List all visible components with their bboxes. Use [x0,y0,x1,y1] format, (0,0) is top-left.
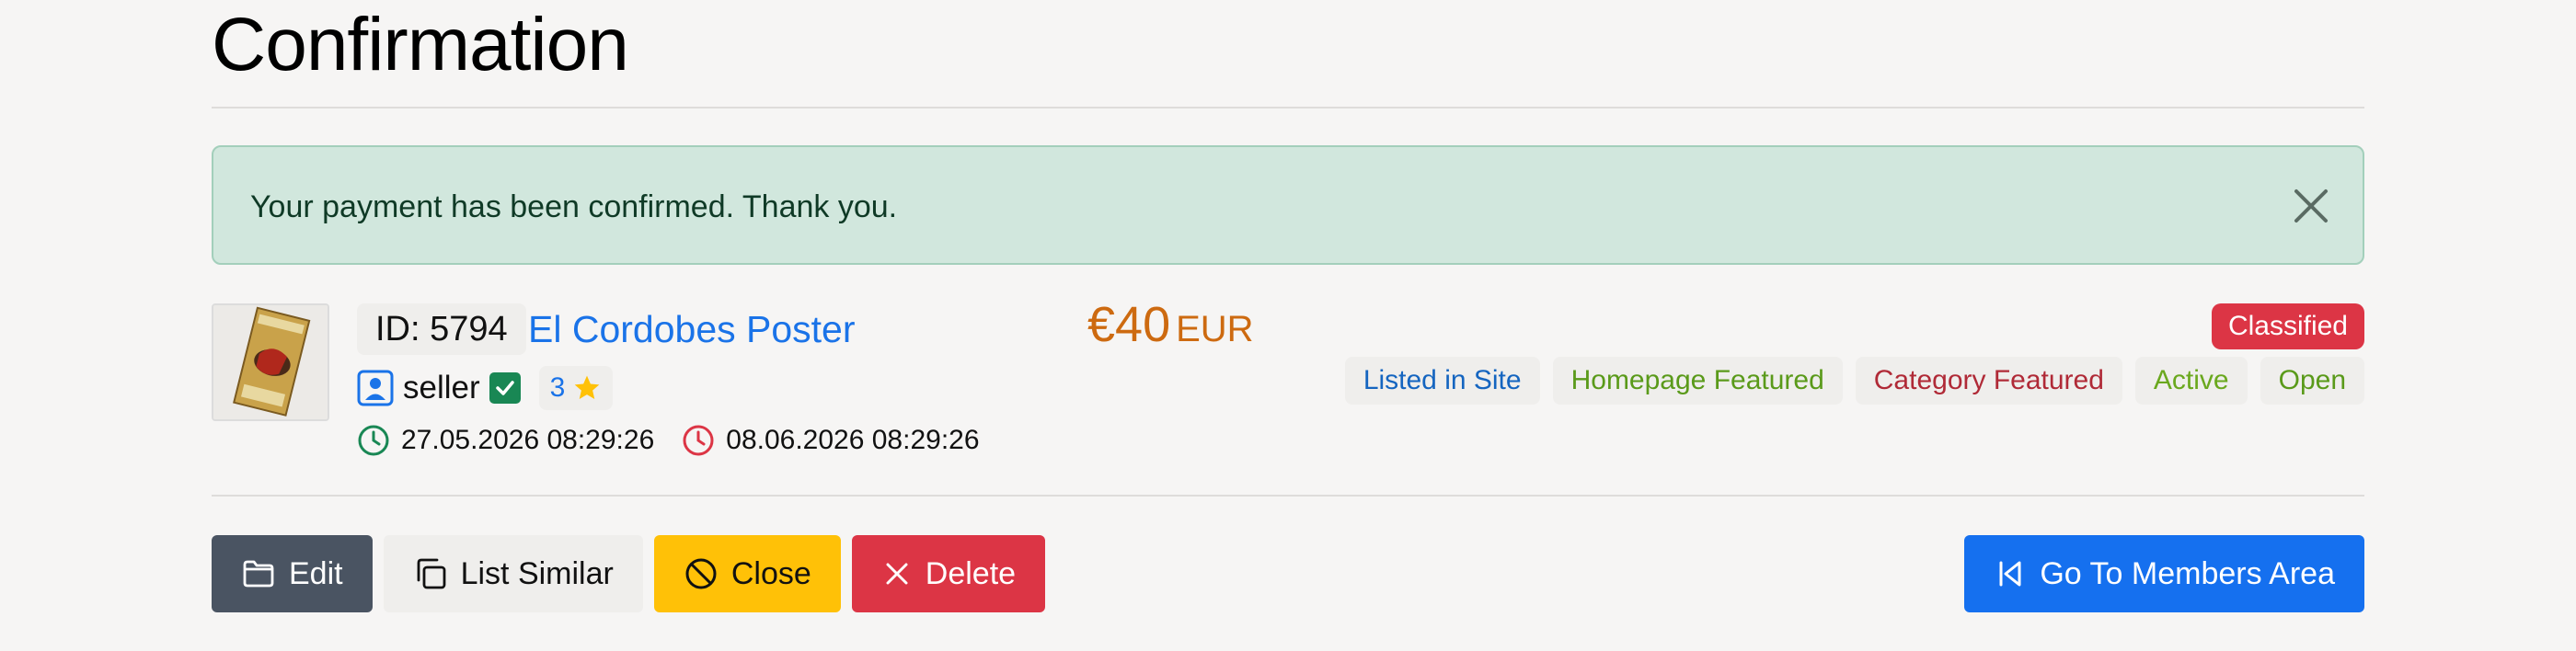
edit-label: Edit [289,555,343,591]
close-listing-label: Close [730,555,811,591]
start-date: 27.05.2026 08:29:26 [357,424,654,457]
list-similar-label: List Similar [460,555,614,591]
close-icon[interactable] [2289,184,2333,228]
listing-dates: 27.05.2026 08:29:26 08.06.2026 08:29:26 [357,421,980,460]
end-date-text: 08.06.2026 08:29:26 [726,425,980,455]
seller-info: seller 3 [357,364,614,412]
list-similar-button[interactable]: List Similar [383,535,643,612]
tag-open: Open [2260,357,2364,405]
title-divider [212,107,2364,108]
listing-title-link[interactable]: El Cordobes Poster [528,305,856,353]
rating-count: 3 [549,372,566,403]
copy-icon [413,556,448,591]
x-icon [881,558,913,589]
tag-category-featured: Category Featured [1855,357,2122,405]
confirmation-page: Confirmation Your payment has been confi… [212,0,2364,651]
user-icon [357,370,394,406]
tag-listed-in-site: Listed in Site [1344,357,1540,405]
actions-divider [212,495,2364,497]
status-tags: Listed in Site Homepage Featured Categor… [1344,357,2364,405]
success-alert: Your payment has been confirmed. Thank y… [212,145,2364,265]
listing-thumbnail[interactable] [212,303,329,421]
listing-id: ID: 5794 [357,303,526,355]
close-listing-button[interactable]: Close [653,535,841,612]
clock-end-icon [682,424,715,457]
price-currency: EUR [1176,309,1254,349]
star-icon [572,373,602,403]
ban-icon [684,556,719,591]
listing-type-badge: Classified [2211,303,2364,349]
edit-button[interactable]: Edit [212,535,373,612]
delete-label: Delete [925,555,1017,591]
seller-rating[interactable]: 3 [538,366,614,410]
price-amount: €40 [1087,297,1171,352]
listing-actions: Edit List Similar Close Delete [212,535,1046,612]
members-area-button[interactable]: Go To Members Area [1964,535,2364,612]
verified-check-icon [489,372,521,404]
seller-name[interactable]: seller [403,370,480,406]
clock-start-icon [357,424,390,457]
delete-button[interactable]: Delete [851,535,1046,612]
members-area-label: Go To Members Area [2040,555,2335,591]
tag-active: Active [2134,357,2248,405]
alert-message: Your payment has been confirmed. Thank y… [250,189,898,224]
end-date: 08.06.2026 08:29:26 [682,424,980,457]
tag-homepage-featured: Homepage Featured [1552,357,1843,405]
skip-back-icon [1994,557,2027,590]
page-title: Confirmation [212,3,629,86]
listing-price: €40 EUR [1087,300,1254,349]
start-date-text: 27.05.2026 08:29:26 [401,425,655,455]
folder-icon [241,556,276,591]
